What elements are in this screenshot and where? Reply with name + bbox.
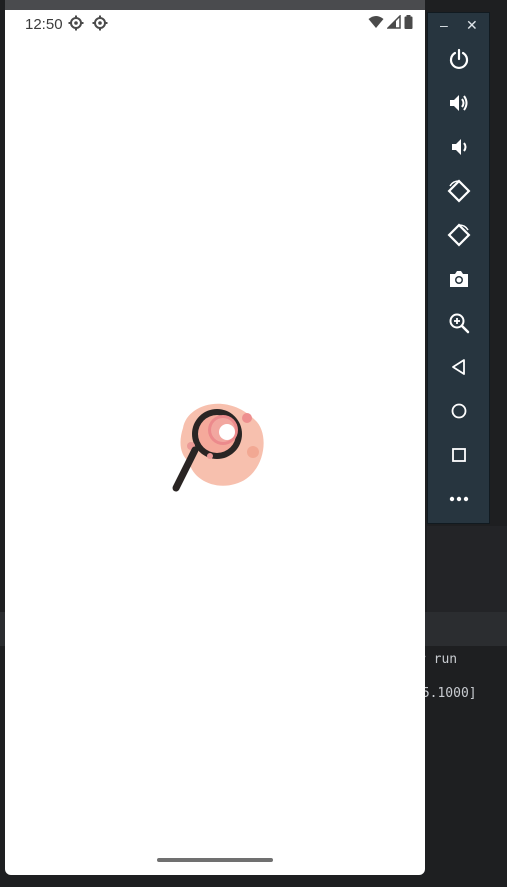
status-time: 12:50	[25, 16, 63, 33]
battery-icon	[404, 15, 413, 29]
close-button[interactable]: ✕	[466, 17, 478, 34]
volume-down-icon	[452, 139, 467, 155]
wifi-icon	[368, 16, 384, 28]
power-icon	[449, 48, 469, 70]
home-icon	[451, 403, 467, 419]
camera-icon	[450, 271, 468, 287]
volume-down-button[interactable]	[445, 133, 473, 161]
status-bar: 12:50	[5, 10, 425, 38]
minimize-button[interactable]: –	[440, 17, 448, 33]
screenshot-button[interactable]	[445, 265, 473, 293]
overview-button[interactable]	[445, 441, 473, 469]
home-button[interactable]	[445, 397, 473, 425]
emulator-control-panel: – ✕	[427, 12, 490, 524]
power-button[interactable]	[445, 45, 473, 73]
back-button[interactable]	[445, 353, 473, 381]
volume-up-button[interactable]	[445, 89, 473, 117]
rotate-right-button[interactable]	[445, 221, 473, 249]
volume-up-icon	[450, 95, 468, 111]
settings-icon	[68, 15, 84, 31]
more-icon	[449, 496, 469, 502]
device-screen[interactable]: 12:50	[5, 10, 425, 875]
home-indicator[interactable]	[157, 858, 273, 862]
zoom-button[interactable]	[445, 309, 473, 337]
overview-icon	[452, 448, 466, 462]
signal-icon	[387, 15, 401, 29]
magnifier-logo-icon	[172, 403, 264, 492]
rotate-right-icon	[447, 223, 471, 247]
settings-icon	[92, 15, 108, 31]
ide-panel-region	[427, 526, 507, 612]
status-icons	[368, 15, 413, 29]
more-button[interactable]	[445, 485, 473, 513]
zoom-icon	[449, 313, 470, 334]
panel-window-controls: – ✕	[428, 17, 491, 37]
back-icon	[452, 359, 465, 375]
rotate-left-icon	[447, 179, 471, 203]
rotate-left-button[interactable]	[445, 177, 473, 205]
emulator-title-handle[interactable]	[5, 0, 425, 10]
